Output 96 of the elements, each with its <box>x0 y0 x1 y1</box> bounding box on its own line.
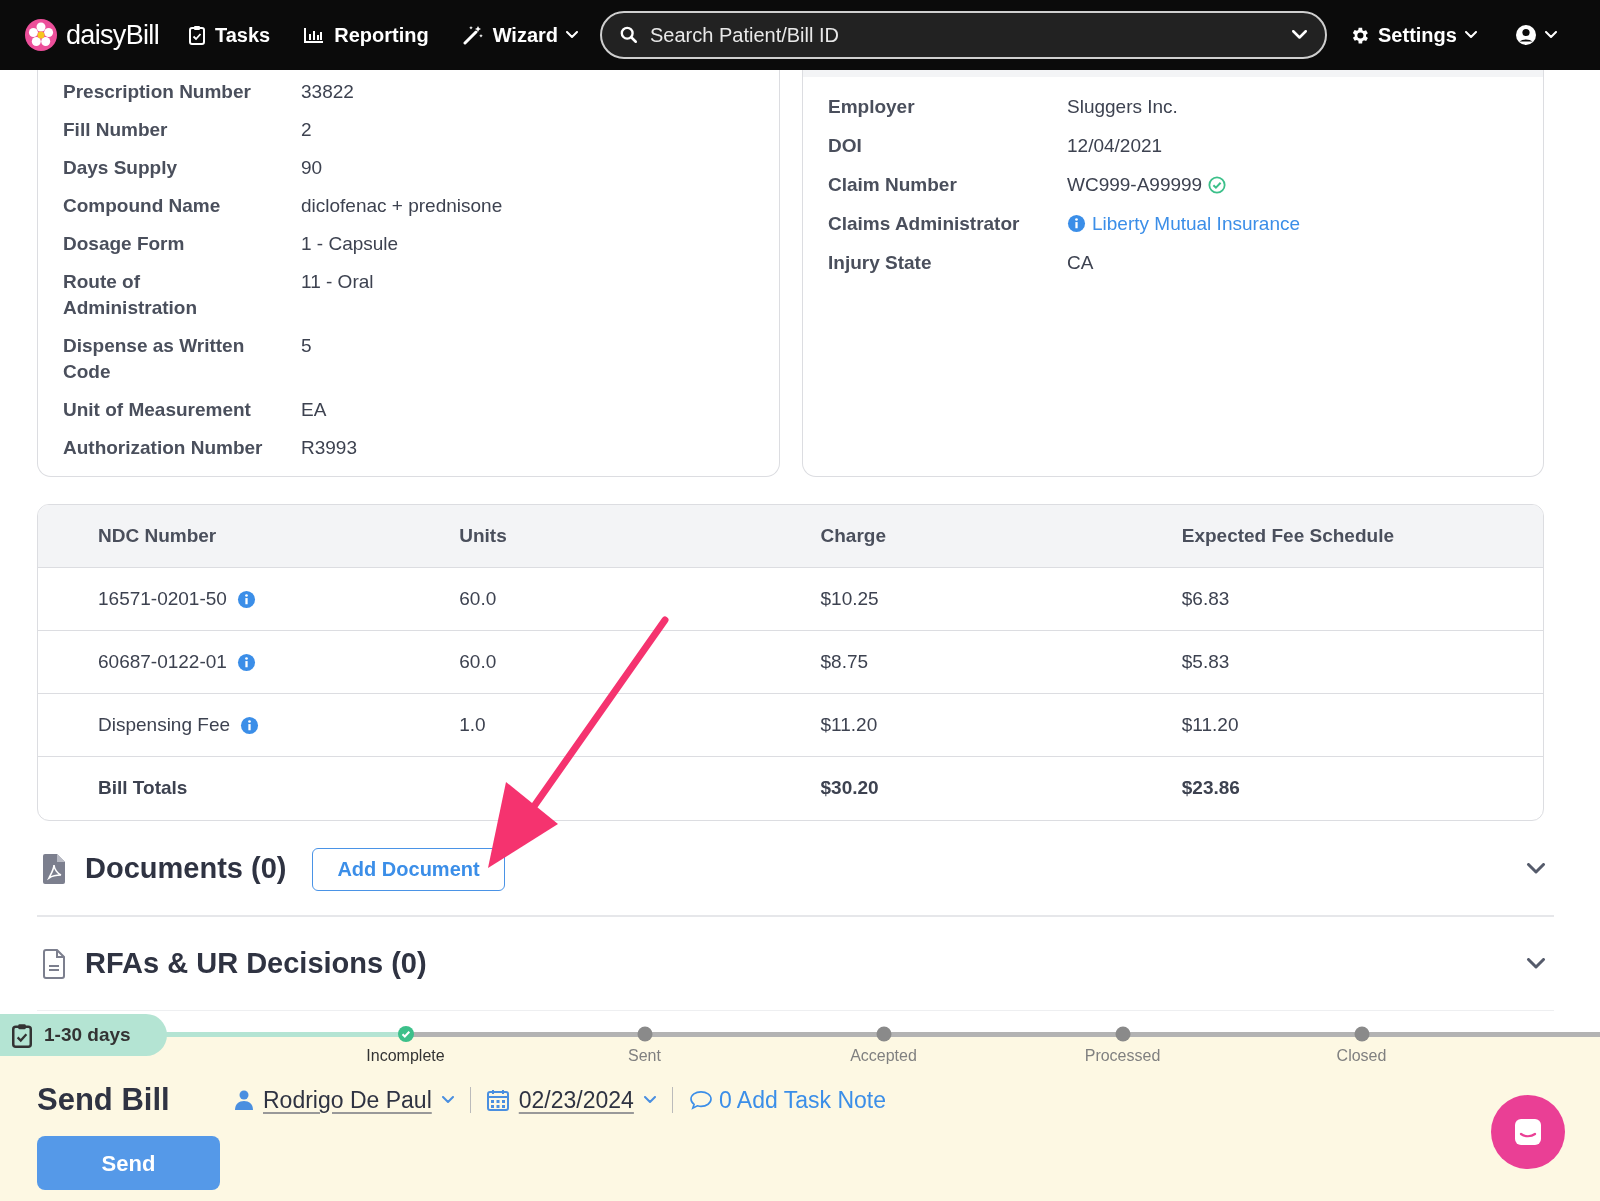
search-bar[interactable]: Search Patient/Bill ID <box>600 11 1328 59</box>
field-label: Compound Name <box>63 194 222 218</box>
document-icon <box>42 948 66 979</box>
table-cell-text: $5.83 <box>1181 649 1231 674</box>
table-cell-text: Bill Totals <box>98 776 189 801</box>
field-value: EA <box>301 398 327 422</box>
speech-bubble-icon <box>688 1090 713 1111</box>
field-label: DOI <box>828 134 863 158</box>
nav-link[interactable]: Wizard <box>462 20 579 50</box>
due-badge: 1-30 days <box>0 1014 167 1056</box>
field-label: Authorization Number <box>63 436 263 460</box>
field-value: 11 - Oral <box>301 270 374 294</box>
field-value: 33822 <box>301 80 354 104</box>
step-label: Incomplete <box>366 1046 445 1066</box>
table-cell-text: $10.25 <box>820 586 880 611</box>
account-menu[interactable] <box>1514 24 1557 46</box>
table-cell-text: 60.0 <box>459 649 498 674</box>
table-cell-text: 16571-0201-50 <box>98 586 227 611</box>
table-cell-text: 60687-0122-01 <box>98 649 227 674</box>
section-title: Documents (0) <box>85 851 287 887</box>
field-value: 90 <box>301 156 323 180</box>
info-icon[interactable] <box>240 715 260 735</box>
table-cell-text: $30.20 <box>820 776 880 801</box>
pdf-file-icon <box>42 854 66 884</box>
field-value: diclofenac + prednisone <box>301 194 503 218</box>
field-label: Days Supply <box>63 156 179 180</box>
chevron-down-icon <box>1292 30 1308 40</box>
clipboard-check-icon <box>12 1022 32 1048</box>
clipboard-check-icon <box>188 25 205 45</box>
person-icon <box>235 1090 253 1111</box>
user-avatar-icon <box>1514 24 1537 46</box>
chevron-down-icon <box>1464 31 1477 39</box>
chevron-down-icon <box>566 31 579 39</box>
table-cell-text: $6.83 <box>1181 586 1231 611</box>
field-value: WC999-A99999 <box>1067 173 1203 197</box>
step-label: Processed <box>1084 1046 1161 1066</box>
nav-link[interactable]: Reporting <box>304 20 429 50</box>
chevron-down-icon <box>441 1096 454 1105</box>
nav-link[interactable]: Tasks <box>188 20 271 50</box>
chat-icon <box>1513 1117 1543 1147</box>
verified-check-icon <box>1208 175 1227 194</box>
field-label: Unit of Measurement <box>63 398 252 422</box>
table-cell-text: $11.20 <box>820 712 879 737</box>
table-cell-text: $11.20 <box>1181 712 1240 737</box>
search-field[interactable]: Search Patient/Bill ID <box>650 20 1293 50</box>
step-label: Sent <box>628 1046 661 1066</box>
info-icon[interactable] <box>236 652 256 672</box>
table-cell-text: Dispensing Fee <box>98 712 231 737</box>
column-header: Charge <box>820 523 887 548</box>
field-value: Sluggers Inc. <box>1067 95 1178 119</box>
field-value: 12/04/2021 <box>1067 134 1163 158</box>
step-dot-icon <box>1114 1026 1131 1042</box>
table-cell-text: $23.86 <box>1181 776 1241 801</box>
search-icon <box>620 26 639 44</box>
info-icon[interactable] <box>236 589 256 609</box>
chevron-down-icon <box>1544 31 1557 39</box>
column-header: Units <box>459 523 508 548</box>
field-label: Claim Number <box>828 173 958 197</box>
chevron-down-icon[interactable] <box>1526 863 1546 875</box>
logo-icon[interactable] <box>24 18 58 52</box>
field-value: R3993 <box>301 436 357 460</box>
step-label: Accepted <box>850 1046 917 1066</box>
field-value: CA <box>1067 251 1094 275</box>
column-header: Expected Fee Schedule <box>1181 523 1395 548</box>
field-value: 1 - Capsule <box>301 232 399 256</box>
field-label: Fill Number <box>63 118 169 142</box>
field-label: Employer <box>828 95 916 119</box>
column-header: NDC Number <box>98 523 218 548</box>
field-label: Claims Administrator <box>828 212 1021 236</box>
field-label: Prescription Number <box>63 80 252 104</box>
chevron-down-icon[interactable] <box>1526 957 1546 970</box>
step-dot-icon <box>1353 1026 1370 1042</box>
info-icon[interactable] <box>1067 214 1086 233</box>
settings-menu[interactable]: Settings <box>1349 20 1477 50</box>
field-label: Dosage Form <box>63 232 186 256</box>
field-label: Dispense as Written Code <box>63 334 246 384</box>
date-dropdown[interactable]: 02/23/2024 <box>486 1083 656 1118</box>
assignee-dropdown[interactable]: Rodrigo De Paul <box>235 1083 454 1118</box>
step-dot-icon <box>636 1026 653 1042</box>
step-check-icon <box>397 1026 414 1042</box>
chevron-down-icon <box>643 1096 656 1105</box>
field-label: Injury State <box>828 251 933 275</box>
table-cell-text: $8.75 <box>820 649 870 674</box>
table-cell-text: 60.0 <box>459 586 498 611</box>
bar-chart-icon <box>304 27 325 43</box>
task-title: Send Bill <box>37 1081 171 1119</box>
field-value: 2 <box>301 118 312 142</box>
field-value: 5 <box>301 334 312 358</box>
calendar-icon <box>486 1089 509 1112</box>
step-label: Closed <box>1336 1046 1387 1066</box>
table-cell-text: 1.0 <box>459 712 487 737</box>
step-dot-icon <box>875 1026 892 1042</box>
brand-name[interactable]: daisyBill <box>66 14 159 56</box>
section-title: RFAs & UR Decisions (0) <box>85 945 427 981</box>
field-label: Route of Administration <box>63 270 199 320</box>
magic-wand-icon <box>462 25 483 45</box>
